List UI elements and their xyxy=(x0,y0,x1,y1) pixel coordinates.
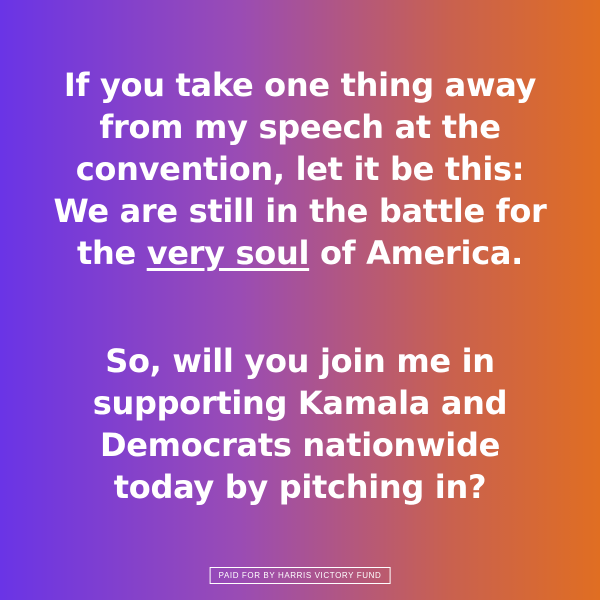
cta-line-2: supporting Kamala and xyxy=(92,384,508,422)
cta-line-1: So, will you join me in xyxy=(105,342,495,380)
graphic-canvas: If you take one thing away from my speec… xyxy=(0,0,600,600)
quote-line-5-start: the xyxy=(76,234,147,272)
paid-for-disclaimer: PAID FOR BY HARRIS VICTORY FUND xyxy=(209,567,391,584)
quote-line-3: convention, let it be this: xyxy=(75,150,525,188)
quote-line-4: We are still in the battle for xyxy=(53,192,547,230)
cta-line-3: Democrats nationwide xyxy=(100,426,500,464)
call-to-action-paragraph: So, will you join me in supporting Kamal… xyxy=(30,340,570,508)
quote-line-1: If you take one thing away xyxy=(63,66,537,104)
quote-paragraph: If you take one thing away from my speec… xyxy=(30,64,570,274)
quote-line-2: from my speech at the xyxy=(99,108,501,146)
quote-line-5-end: of America. xyxy=(309,234,524,272)
cta-line-4: today by pitching in? xyxy=(113,468,487,506)
quote-underlined-phrase: very soul xyxy=(146,234,310,272)
